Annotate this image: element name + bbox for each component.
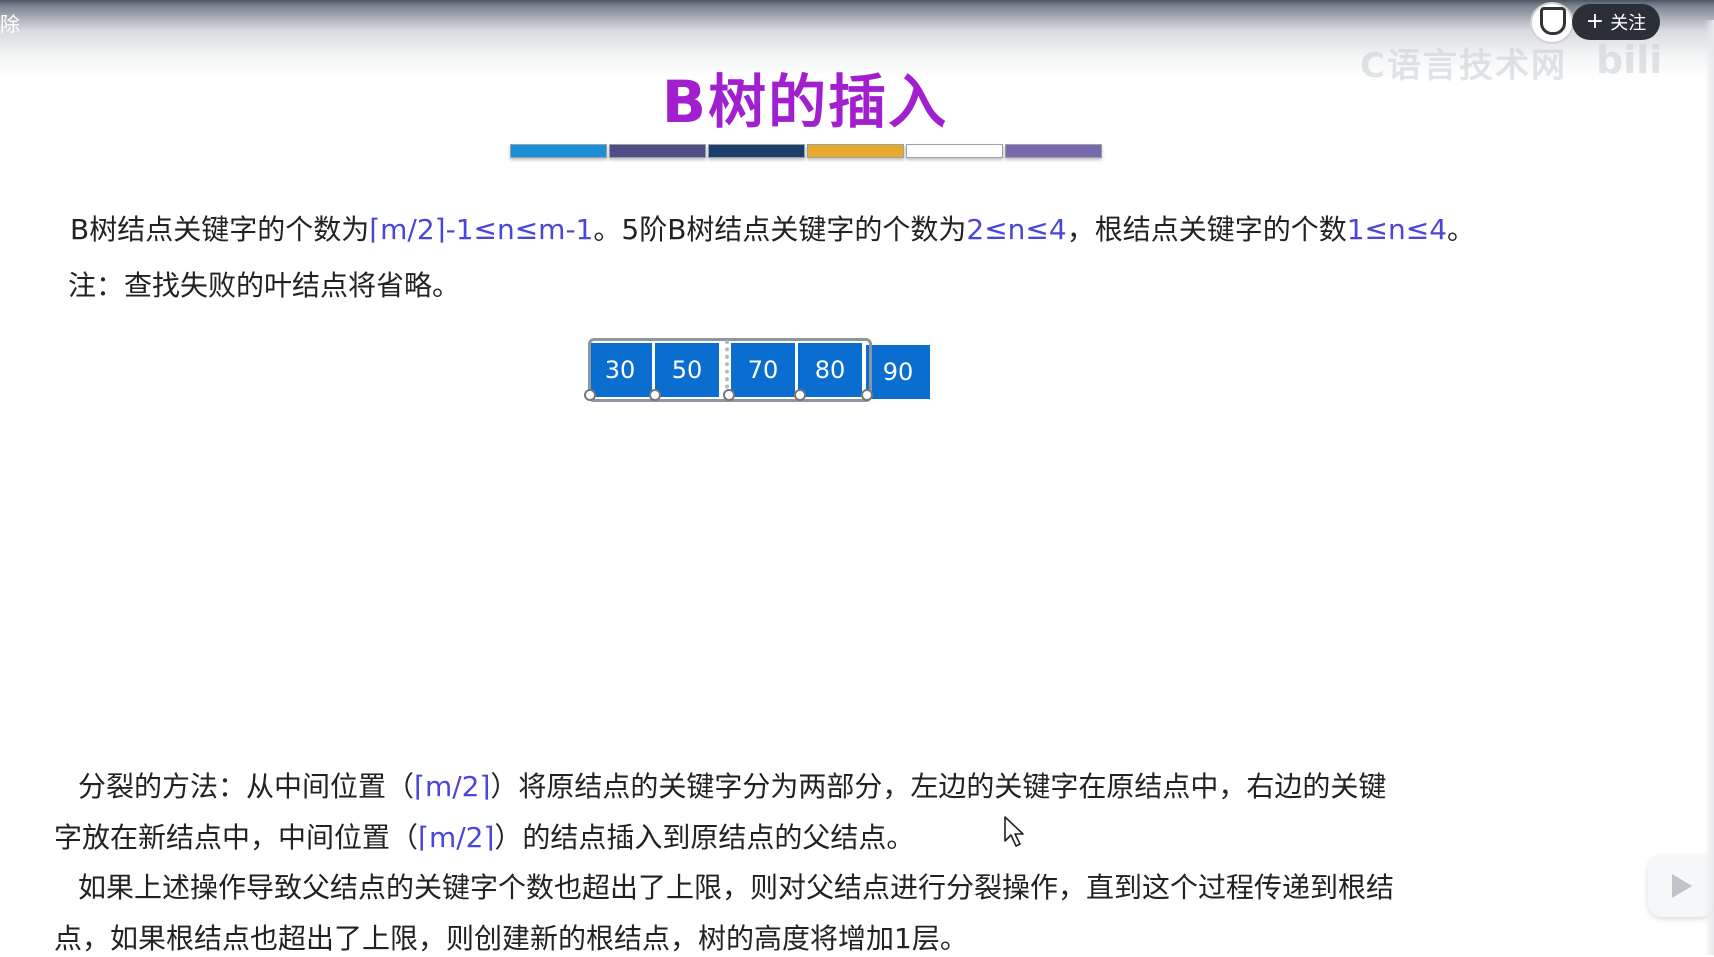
mouse-cursor-icon bbox=[1004, 816, 1024, 847]
color-segment bbox=[510, 144, 607, 158]
rule-formula-root: 1≤n≤4 bbox=[1346, 213, 1448, 246]
pointer-dot bbox=[723, 389, 735, 401]
key-box-inserted: 90 bbox=[866, 345, 930, 399]
split-method-line2: 字放在新结点中，中间位置（⌈m/2⌉）的结点插入到原结点的父结点。 bbox=[54, 816, 914, 856]
keyword-count-rule: B树结点关键字的个数为⌈m/2⌉-1≤n≤m-1。5阶B树结点关键字的个数为2≤… bbox=[70, 208, 1475, 248]
pointer-dot bbox=[649, 389, 661, 401]
pointer-dot bbox=[794, 389, 806, 401]
rule-text-a: B树结点关键字的个数为 bbox=[70, 213, 370, 246]
color-segment bbox=[609, 144, 706, 158]
split-propagation-line2: 点，如果根结点也超出了上限，则创建新的根结点，树的高度将增加1层。 bbox=[54, 922, 968, 955]
corner-text: 除 bbox=[0, 12, 20, 36]
rule-formula-order5: 2≤n≤4 bbox=[966, 213, 1067, 246]
note-text: 注：查找失败的叶结点将省略。 bbox=[68, 269, 461, 302]
split-formula: ⌈m/2⌉ bbox=[414, 770, 491, 803]
btree-node-diagram: 30 50 70 80 90 bbox=[584, 338, 932, 404]
split-propagation-line1: 如果上述操作导致父结点的关键字个数也超出了上限，则对父结点进行分裂操作，直到这个… bbox=[78, 871, 1395, 904]
split-formula: ⌈m/2⌉ bbox=[418, 821, 495, 854]
color-segment bbox=[1005, 144, 1102, 158]
pointer-dot bbox=[584, 389, 596, 401]
color-segment bbox=[708, 144, 805, 158]
rule-text-c: 。5阶B树结点关键字的个数为 bbox=[593, 213, 967, 246]
color-segment bbox=[807, 144, 904, 158]
right-edge-shade bbox=[1704, 20, 1714, 955]
title-color-bar bbox=[510, 144, 1102, 158]
split-text-a: 字放在新结点中，中间位置（ bbox=[54, 821, 419, 854]
plus-icon: + bbox=[1585, 9, 1605, 34]
follow-label: 关注 bbox=[1610, 13, 1647, 34]
rule-formula-general: ⌈m/2⌉-1≤n≤m-1 bbox=[369, 213, 594, 246]
split-text-c: ）的结点插入到原结点的父结点。 bbox=[494, 821, 915, 854]
follow-button[interactable]: + 关注 bbox=[1572, 4, 1660, 40]
split-text-c: ）将原结点的关键字分为两部分，左边的关键字在原结点中，右边的关键 bbox=[490, 770, 1387, 803]
color-segment bbox=[906, 144, 1003, 158]
rule-text-g: 。 bbox=[1447, 213, 1476, 246]
split-divider bbox=[725, 340, 729, 396]
slide-title: B树的插入 bbox=[661, 68, 949, 136]
split-text-a: 分裂的方法：从中间位置（ bbox=[78, 770, 415, 803]
shield-icon bbox=[1540, 7, 1566, 35]
rule-text-e: ，根结点关键字的个数 bbox=[1066, 213, 1347, 246]
play-icon bbox=[1672, 874, 1692, 898]
split-method-line1: 分裂的方法：从中间位置（⌈m/2⌉）将原结点的关键字分为两部分，左边的关键字在原… bbox=[78, 765, 1386, 805]
pointer-dot bbox=[861, 389, 873, 401]
